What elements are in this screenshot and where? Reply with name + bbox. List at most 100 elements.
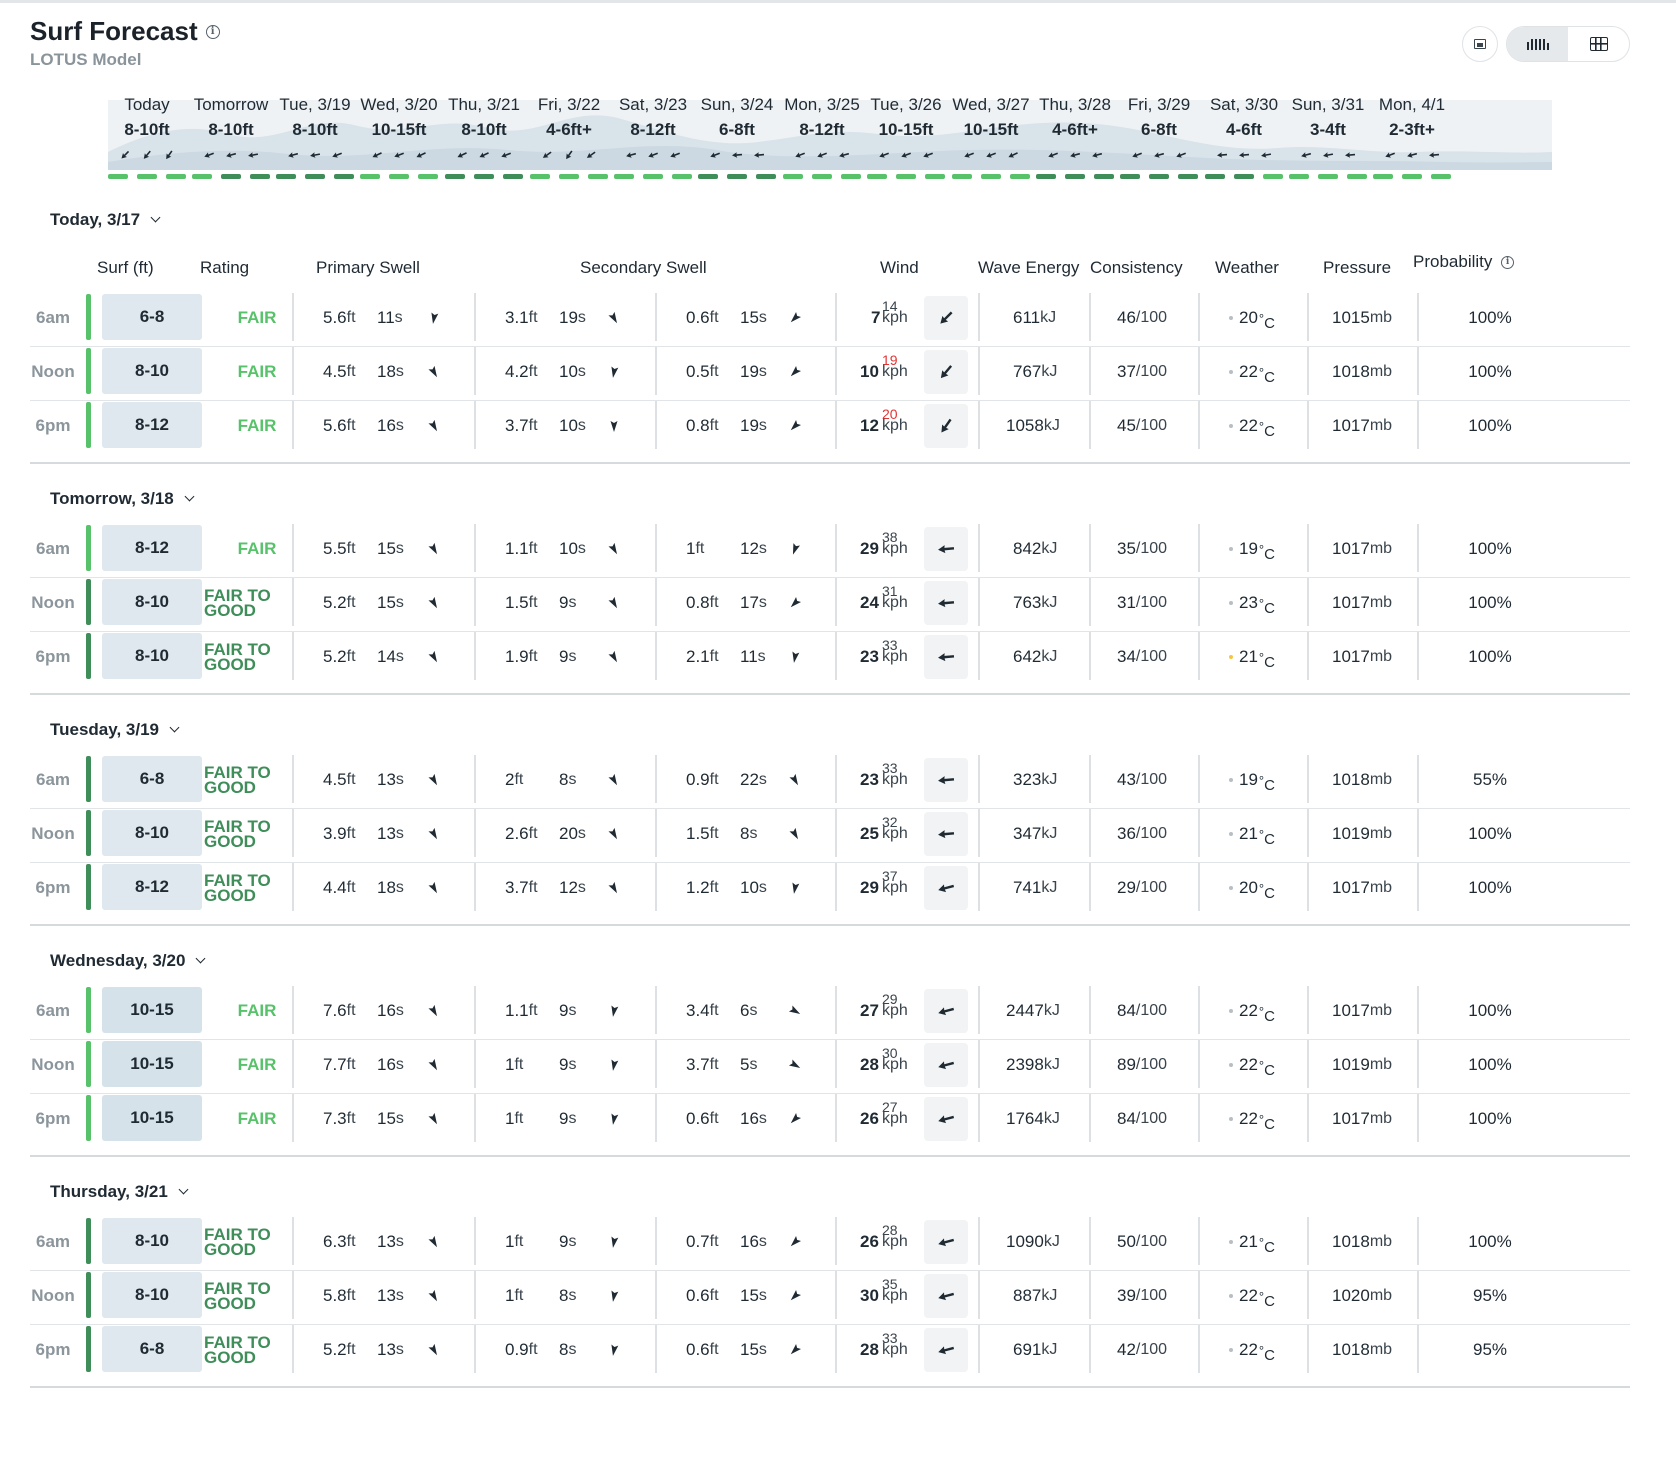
strip-day-ratings <box>946 174 1036 179</box>
consistency: 43/100 <box>1117 770 1168 789</box>
strip-day-surf: 10-15ft <box>963 120 1019 139</box>
tertiary-swell-direction-icon <box>788 1213 802 1271</box>
strip-day[interactable]: Fri, 3/22 4-6ft+ <box>524 92 614 179</box>
day-section-header[interactable]: Today, 3/17 <box>50 210 161 230</box>
day-section-header[interactable]: Thursday, 3/21 <box>50 1182 189 1202</box>
secondary-swell-direction-icon <box>607 1267 621 1325</box>
unit-label: /100 <box>1135 1233 1168 1250</box>
primary-swell-period: 16 s <box>377 416 404 435</box>
forecast-row[interactable]: 6pm 8-12 FAIR TO GOOD 4.4 ft 18 s 3.7 ft 12 s 1.2 ft 1… <box>30 859 1630 926</box>
strip-rating-bar <box>503 174 523 179</box>
column-divider <box>655 1325 657 1373</box>
unit-label: ft <box>346 309 356 326</box>
strip-day[interactable]: Thu, 3/28 4-6ft+ <box>1030 92 1120 179</box>
unit-label: /100 <box>1135 825 1168 842</box>
primary-swell-period: 11 s <box>377 308 403 327</box>
strip-day[interactable]: Wed, 3/20 10-15ft <box>354 92 444 179</box>
weather: 19 ° C <box>1229 751 1275 809</box>
strip-day[interactable]: Sat, 3/30 4-6ft <box>1199 92 1289 179</box>
forecast-row[interactable]: Noon 8-10 FAIR TO GOOD 5.2 ft 15 s 1.5 ft 9 s 0.8 ft 1… <box>30 574 1630 632</box>
unit-label: kJ <box>1043 1110 1060 1127</box>
table-view-button[interactable] <box>1568 27 1629 61</box>
column-divider <box>1198 293 1200 341</box>
column-header-weather: Weather <box>1215 258 1279 278</box>
day-section-header[interactable]: Wednesday, 3/20 <box>50 951 206 971</box>
strip-day[interactable]: Mon, 3/25 8-12ft <box>777 92 867 179</box>
column-divider <box>1198 1094 1200 1142</box>
forecast-row[interactable]: 6am 8-10 FAIR TO GOOD 6.3 ft 13 s 1 ft 9 s 0.7 ft 16 s 2… <box>30 1213 1630 1271</box>
strip-day-ratings <box>608 174 698 179</box>
forecast-row[interactable]: Noon 8-10 FAIR TO GOOD 5.8 ft 13 s 1 ft 8 s 0.6 ft 15 s… <box>30 1267 1630 1325</box>
day-section-header[interactable]: Tomorrow, 3/18 <box>50 489 195 509</box>
wind-speed: 25 <box>860 824 879 843</box>
strip-rating-bar <box>1205 174 1225 179</box>
forecast-row[interactable]: 6pm 6-8 FAIR TO GOOD 5.2 ft 13 s 0.9 ft 8 s 0.6 ft 15 s… <box>30 1321 1630 1388</box>
rating-color-bar <box>86 1272 91 1318</box>
strip-day-ratings <box>186 174 276 179</box>
forecast-row[interactable]: 6am 10-15 FAIR 7.6 ft 16 s 1.1 ft 9 s 3.4 ft 6 s 27 29 kp… <box>30 982 1630 1040</box>
forecast-row[interactable]: Noon 8-10 FAIR TO GOOD 3.9 ft 13 s 2.6 ft 20 s 1.5 ft… <box>30 805 1630 863</box>
wave-energy: 887 kJ <box>1013 1286 1058 1305</box>
column-divider <box>835 401 837 449</box>
column-header-secondary: Secondary Swell <box>580 258 707 278</box>
unit-label: ft <box>346 1002 356 1019</box>
strip-day[interactable]: Wed, 3/27 10-15ft <box>946 92 1036 179</box>
time-label: 6pm <box>35 1340 71 1359</box>
strip-day[interactable]: Mon, 4/1 2-3ft+ <box>1367 92 1457 179</box>
forecast-row[interactable]: 6pm 10-15 FAIR 7.3 ft 15 s 1 ft 9 s 0.6 ft 16 s 26 27 kph… <box>30 1090 1630 1157</box>
probability: 55% <box>1472 770 1508 789</box>
forecast-row[interactable]: 6am 6-8 FAIR TO GOOD 4.5 ft 13 s 2 ft 8 s 0.9 ft 22 s 23… <box>30 751 1630 809</box>
forecast-row[interactable]: 6pm 8-10 FAIR TO GOOD 5.2 ft 14 s 1.9 ft 9 s 2.1 ft 11… <box>30 628 1630 695</box>
strip-day[interactable]: Thu, 3/21 8-10ft <box>439 92 529 179</box>
unit-label: s <box>758 309 767 326</box>
column-divider <box>1307 293 1309 341</box>
forecast-row[interactable]: 6am 6-8 FAIR 5.6 ft 11 s 3.1 ft 19 s 0.6 ft 15 s 7 14 kph… <box>30 289 1630 347</box>
probability-info-icon[interactable]: i <box>1501 256 1515 270</box>
primary-swell-period: 15 s <box>377 593 404 612</box>
wind-unit: kph <box>882 1233 908 1250</box>
day-label: Tomorrow, 3/18 <box>50 489 174 508</box>
pressure: 1020 mb <box>1332 1286 1393 1305</box>
strip-day[interactable]: Tue, 3/19 8-10ft <box>270 92 360 179</box>
strip-day[interactable]: Sun, 3/31 3-4ft <box>1283 92 1373 179</box>
tertiary-swell-direction-icon <box>788 628 802 686</box>
chart-view-button[interactable] <box>1507 27 1568 61</box>
day-section-header[interactable]: Tuesday, 3/19 <box>50 720 180 740</box>
strip-wind-arrow-icon <box>1238 148 1250 160</box>
strip-day[interactable]: Tomorrow 8-10ft <box>186 92 276 179</box>
forecast-row[interactable]: 6pm 8-12 FAIR 5.6 ft 16 s 3.7 ft 10 s 0.8 ft 19 s 12 20 k… <box>30 397 1630 464</box>
strip-day-surf: 10-15ft <box>371 120 427 139</box>
column-divider <box>655 1217 657 1265</box>
primary-swell-direction-icon <box>427 1267 441 1325</box>
tertiary-swell-height: 0.8 ft <box>686 416 719 435</box>
tertiary-swell-period: 16 s <box>740 1232 767 1251</box>
strip-day[interactable]: Fri, 3/29 6-8ft <box>1114 92 1204 179</box>
column-divider <box>1307 347 1309 395</box>
forecast-row[interactable]: Noon 10-15 FAIR 7.7 ft 16 s 1 ft 9 s 3.7 ft 5 s 28 30 kph… <box>30 1036 1630 1094</box>
forecast-row[interactable]: 6am 8-12 FAIR 5.5 ft 15 s 1.1 ft 10 s 1 ft 12 s 29 38 kph… <box>30 520 1630 578</box>
column-header-label: Rating <box>200 258 250 277</box>
strip-day[interactable]: Sat, 3/23 8-12ft <box>608 92 698 179</box>
strip-rating-bar <box>474 174 494 179</box>
strip-wind-arrow-icon <box>731 148 743 160</box>
strip-rating-bar <box>1120 174 1140 179</box>
strip-day[interactable]: Sun, 3/24 6-8ft <box>692 92 782 179</box>
secondary-swell-period: 10 s <box>559 539 586 558</box>
info-icon[interactable]: i <box>205 24 220 39</box>
unit-label: mb <box>1369 825 1393 842</box>
list-view-button[interactable] <box>1462 26 1498 62</box>
strip-day-arrows <box>777 148 867 162</box>
secondary-swell-direction-icon <box>607 520 621 578</box>
unit-label: ft <box>346 1110 356 1127</box>
column-divider <box>835 863 837 911</box>
strip-day[interactable]: Today 8-10ft <box>102 92 192 179</box>
celsius-unit: C <box>1264 830 1275 848</box>
column-divider <box>1089 755 1091 803</box>
strip-day[interactable]: Tue, 3/26 10-15ft <box>861 92 951 179</box>
strip-wind-arrow-icon <box>331 148 343 160</box>
wave-energy: 323 kJ <box>1013 770 1058 789</box>
celsius-unit: C <box>1264 314 1275 332</box>
forecast-row[interactable]: Noon 8-10 FAIR 4.5 ft 18 s 4.2 ft 10 s 0.5 ft 19 s 10 19… <box>30 343 1630 401</box>
wind-direction-icon <box>924 404 968 448</box>
rating-line-2: GOOD <box>204 886 256 905</box>
